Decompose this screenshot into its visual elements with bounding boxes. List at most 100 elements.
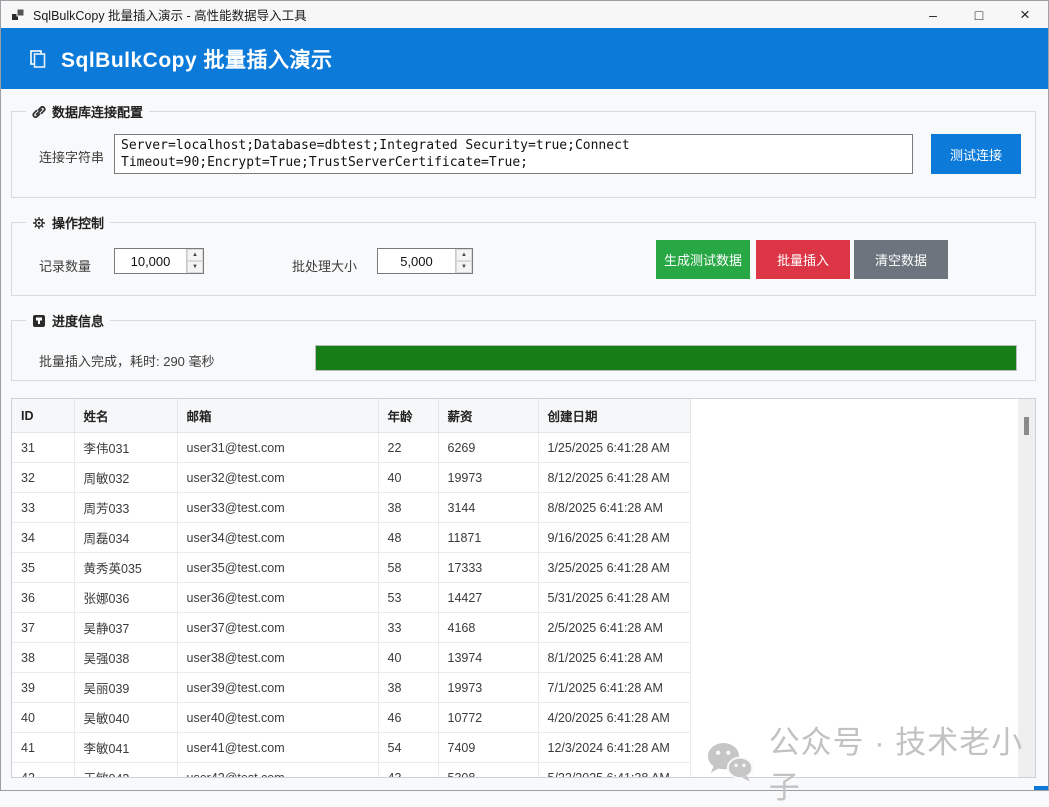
table-cell: 58 — [377, 552, 439, 583]
page-title: SqlBulkCopy 批量插入演示 — [61, 48, 333, 72]
table-cell: 吴敏040 — [73, 702, 178, 733]
table-cell: user34@test.com — [176, 522, 379, 553]
table-cell: 40 — [377, 462, 439, 493]
spin-down-icon[interactable]: ▼ — [187, 261, 203, 273]
table-row[interactable]: 31 李伟031 user31@test.com 22 6269 1/25/2025 6:… — [12, 432, 691, 463]
data-grid[interactable]: ID 姓名 邮箱 年龄 薪资 创建日期 31 李伟031 user31@test.com 22 6… — [11, 398, 1036, 778]
table-cell: 34 — [12, 522, 75, 553]
table-cell: 周芳033 — [73, 492, 178, 523]
table-cell: 11871 — [437, 522, 539, 553]
table-cell: 3/25/2025 6:41:28 AM — [537, 552, 691, 583]
table-cell: 8/12/2025 6:41:28 AM — [537, 462, 691, 493]
table-cell: 33 — [377, 612, 439, 643]
spin-down-icon[interactable]: ▼ — [456, 261, 472, 273]
table-cell: 38 — [377, 492, 439, 523]
bulk-insert-button[interactable]: 批量插入 — [756, 240, 850, 279]
table-cell: 36 — [12, 582, 75, 613]
table-row[interactable]: 33 周芳033 user33@test.com 38 3144 8/8/2025 6:4… — [12, 492, 691, 523]
column-header-2[interactable]: 邮箱 — [176, 399, 379, 433]
table-cell: 5308 — [437, 762, 539, 777]
table-cell: 41 — [12, 732, 75, 763]
maximize-button[interactable]: □ — [956, 1, 1002, 28]
column-header-4[interactable]: 薪资 — [437, 399, 539, 433]
table-row[interactable]: 34 周磊034 user34@test.com 48 11871 9/16/2025 6… — [12, 522, 691, 553]
table-cell: 吴丽039 — [73, 672, 178, 703]
gear-icon — [33, 216, 45, 229]
operation-group-legend: 操作控制 — [26, 213, 111, 232]
table-cell: 35 — [12, 552, 75, 583]
table-cell: 32 — [12, 462, 75, 493]
progress-groupbox: 进度信息 批量插入完成，耗时: 290 毫秒 — [11, 311, 1036, 381]
column-header-1[interactable]: 姓名 — [73, 399, 178, 433]
table-cell: 8/1/2025 6:41:28 AM — [537, 642, 691, 673]
connection-string-label: 连接字符串 — [39, 150, 105, 165]
table-cell: 19973 — [437, 462, 539, 493]
table-cell: 3144 — [437, 492, 539, 523]
progress-status-text: 批量插入完成，耗时: 290 毫秒 — [39, 354, 215, 369]
app-window: SqlBulkCopy 批量插入演示 - 高性能数据导入工具 – □ × Sql… — [0, 0, 1049, 805]
scrollbar-thumb[interactable] — [1024, 417, 1029, 435]
data-grid-table: ID 姓名 邮箱 年龄 薪资 创建日期 31 李伟031 user31@test.com 22 6… — [12, 399, 691, 777]
table-cell: 4168 — [437, 612, 539, 643]
column-header-5[interactable]: 创建日期 — [537, 399, 691, 433]
table-cell: 53 — [377, 582, 439, 613]
table-cell: 2/5/2025 6:41:28 AM — [537, 612, 691, 643]
table-cell: 8/8/2025 6:41:28 AM — [537, 492, 691, 523]
record-count-label: 记录数量 — [39, 259, 92, 274]
vertical-scrollbar[interactable] — [1018, 399, 1035, 777]
table-cell: user31@test.com — [176, 432, 379, 463]
spin-up-icon[interactable]: ▲ — [187, 249, 203, 261]
table-cell: user33@test.com — [176, 492, 379, 523]
table-cell: 40 — [377, 642, 439, 673]
generate-data-button[interactable]: 生成测试数据 — [656, 240, 750, 279]
progress-box-icon — [33, 314, 45, 327]
table-row[interactable]: 40 吴敏040 user40@test.com 46 10772 4/20/2025 6… — [12, 702, 691, 733]
table-cell: 7/1/2025 6:41:28 AM — [537, 672, 691, 703]
test-connection-button[interactable]: 测试连接 — [931, 134, 1021, 174]
table-cell: 54 — [377, 732, 439, 763]
table-cell: 李伟031 — [73, 432, 178, 463]
table-cell: user40@test.com — [176, 702, 379, 733]
table-cell: 17333 — [437, 552, 539, 583]
table-cell: 12/3/2024 6:41:28 AM — [537, 732, 691, 763]
table-cell: 38 — [12, 642, 75, 673]
table-row[interactable]: 42王敏042user42@test.com4353085/22/2025 6:… — [12, 762, 691, 777]
table-row[interactable]: 37 吴静037 user37@test.com 33 4168 2/5/2025 6:4… — [12, 612, 691, 643]
table-cell: 10772 — [437, 702, 539, 733]
record-count-stepper[interactable]: 10,000 ▲ ▼ — [114, 248, 204, 274]
app-header: SqlBulkCopy 批量插入演示 — [1, 28, 1048, 89]
spin-up-icon[interactable]: ▲ — [456, 249, 472, 261]
table-row[interactable]: 38 吴强038 user38@test.com 40 13974 8/1/2025 6:… — [12, 642, 691, 673]
table-cell: 43 — [377, 762, 439, 777]
table-cell: 5/22/2025 6:41:28 AM — [537, 762, 691, 777]
table-cell: user37@test.com — [176, 612, 379, 643]
record-count-value[interactable]: 10,000 — [115, 249, 186, 273]
table-row[interactable]: 41 李敏041 user41@test.com 54 7409 12/3/2024 6:… — [12, 732, 691, 763]
table-cell: 张娜036 — [73, 582, 178, 613]
column-header-0[interactable]: ID — [12, 399, 75, 433]
title-bar: SqlBulkCopy 批量插入演示 - 高性能数据导入工具 – □ × — [1, 1, 1048, 28]
column-header-3[interactable]: 年龄 — [377, 399, 439, 433]
table-row[interactable]: 35 黄秀英035 user35@test.com 58 17333 3/25/2025 … — [12, 552, 691, 583]
table-cell: 周磊034 — [73, 522, 178, 553]
minimize-button[interactable]: – — [910, 1, 956, 28]
progress-fill — [316, 346, 1016, 370]
progress-group-legend: 进度信息 — [26, 311, 111, 330]
table-row[interactable]: 36 张娜036 user36@test.com 53 14427 5/31/2025 6… — [12, 582, 691, 613]
table-cell: 王敏042 — [73, 762, 178, 777]
table-row[interactable]: 32 周敏032 user32@test.com 40 19973 8/12/2025 6… — [12, 462, 691, 493]
connection-string-input[interactable]: Server=localhost;Database=dbtest;Integra… — [114, 134, 913, 174]
batch-size-value[interactable]: 5,000 — [378, 249, 455, 273]
batch-size-stepper[interactable]: 5,000 ▲ ▼ — [377, 248, 473, 274]
table-row[interactable]: 39 吴丽039 user39@test.com 38 19973 7/1/2025 6:… — [12, 672, 691, 703]
table-cell: user35@test.com — [176, 552, 379, 583]
table-cell: user39@test.com — [176, 672, 379, 703]
table-cell: 李敏041 — [73, 732, 178, 763]
table-cell: 37 — [12, 612, 75, 643]
table-cell: user36@test.com — [176, 582, 379, 613]
close-button[interactable]: × — [1002, 1, 1048, 28]
operation-groupbox: 操作控制 记录数量 10,000 ▲ ▼ 批处理大小 5,000 ▲ ▼ 生成测… — [11, 213, 1036, 296]
clear-data-button[interactable]: 清空数据 — [854, 240, 948, 279]
table-cell: 吴强038 — [73, 642, 178, 673]
batch-size-label: 批处理大小 — [292, 259, 358, 274]
